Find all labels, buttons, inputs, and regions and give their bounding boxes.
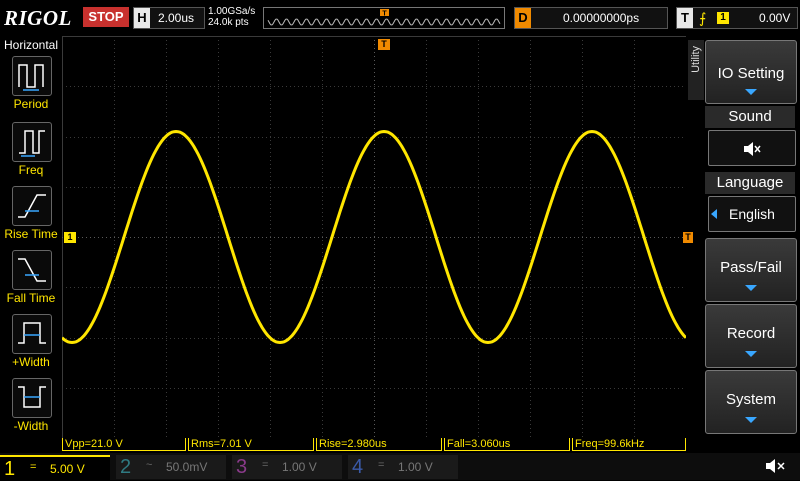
language-header: Language bbox=[705, 172, 795, 194]
trigger-source: 1 bbox=[717, 12, 729, 24]
measure-panel: Horizontal Period Freq Rise Time Fall Ti… bbox=[0, 36, 62, 440]
negative-width-icon bbox=[12, 378, 52, 418]
delay-letter: D bbox=[515, 8, 531, 28]
channel-4[interactable]: 4 = 1.00 V bbox=[348, 455, 458, 479]
channel-3[interactable]: 3 = 1.00 V bbox=[232, 455, 342, 479]
result-rise[interactable]: Rise=2.980us bbox=[316, 438, 442, 451]
ac-coupling-icon: ~ bbox=[146, 459, 153, 471]
measure-positive-width-label: +Width bbox=[12, 355, 50, 369]
memory-overview-wave: T bbox=[267, 9, 501, 26]
dc-coupling-icon: = bbox=[378, 459, 385, 471]
speaker-mute-icon[interactable] bbox=[764, 457, 788, 475]
language-value: English bbox=[729, 206, 775, 222]
trigger-box[interactable]: T ⨍ 1 0.00V bbox=[676, 7, 798, 29]
waveform-display[interactable]: T 1 T bbox=[60, 36, 693, 439]
chevron-left-icon bbox=[711, 209, 717, 219]
chevron-down-icon bbox=[745, 89, 757, 95]
system-button[interactable]: System bbox=[705, 370, 797, 434]
measure-negative-width[interactable]: -Width bbox=[0, 378, 62, 440]
result-freq[interactable]: Freq=99.6kHz bbox=[572, 438, 686, 451]
channel-1-offset-marker[interactable]: 1 bbox=[64, 232, 76, 243]
measure-negative-width-label: -Width bbox=[13, 419, 49, 433]
measure-positive-width[interactable]: +Width bbox=[0, 314, 62, 376]
brand-logo: RIGOL bbox=[4, 6, 72, 30]
sound-toggle[interactable] bbox=[708, 130, 796, 166]
delay-box[interactable]: D 0.00000000ps bbox=[514, 7, 668, 29]
measure-fall-time-label: Fall Time bbox=[6, 291, 56, 305]
dc-coupling-icon: = bbox=[30, 461, 37, 473]
timebase-box[interactable]: H 2.00us bbox=[133, 7, 205, 29]
trigger-level-marker[interactable]: T bbox=[683, 232, 693, 243]
timebase-value: 2.00us bbox=[158, 11, 195, 25]
trigger-level: 0.00V bbox=[759, 11, 791, 25]
channel-bar: 1 = 5.00 V 2 ~ 50.0mV 3 = 1.00 V 4 = 1.0… bbox=[0, 453, 800, 481]
memory-trigger-marker: T bbox=[382, 11, 387, 18]
channel-2[interactable]: 2 ~ 50.0mV bbox=[116, 455, 226, 479]
waveform-grid bbox=[60, 36, 688, 439]
rising-edge-icon: ⨍ bbox=[699, 10, 707, 26]
dc-coupling-icon: = bbox=[262, 459, 269, 471]
chevron-down-icon bbox=[745, 351, 757, 357]
memory-overview: T bbox=[263, 7, 505, 29]
measure-panel-title: Horizontal bbox=[3, 38, 59, 52]
sample-rate: 1.00GSa/s bbox=[208, 6, 256, 17]
timebase-letter: H bbox=[134, 8, 150, 28]
measure-rise-time-label: Rise Time bbox=[4, 227, 58, 241]
positive-width-icon bbox=[12, 314, 52, 354]
run-stop-status[interactable]: STOP bbox=[83, 7, 129, 27]
sound-header: Sound bbox=[705, 106, 795, 128]
measure-period-label: Period bbox=[13, 97, 49, 111]
measure-fall-time[interactable]: Fall Time bbox=[0, 250, 62, 312]
measure-rise-time[interactable]: Rise Time bbox=[0, 186, 62, 248]
delay-value: 0.00000000ps bbox=[563, 11, 640, 25]
pass-fail-button[interactable]: Pass/Fail bbox=[705, 238, 797, 302]
frequency-icon bbox=[12, 122, 52, 162]
record-button[interactable]: Record bbox=[705, 304, 797, 368]
io-setting-button[interactable]: IO Setting bbox=[705, 40, 797, 104]
chevron-down-icon bbox=[745, 285, 757, 291]
rise-time-icon bbox=[12, 186, 52, 226]
result-fall[interactable]: Fall=3.060us bbox=[444, 438, 570, 451]
language-select[interactable]: English bbox=[708, 196, 796, 232]
utility-tab-label: Utility bbox=[690, 46, 702, 73]
measure-period[interactable]: Period bbox=[0, 56, 62, 118]
result-vpp[interactable]: Vpp=21.0 V bbox=[62, 438, 186, 451]
measure-freq[interactable]: Freq bbox=[0, 122, 62, 184]
period-icon bbox=[12, 56, 52, 96]
channel-1[interactable]: 1 = 5.00 V bbox=[0, 455, 110, 481]
sample-info: 1.00GSa/s 24.0k pts bbox=[208, 6, 255, 28]
measurement-results: Vpp=21.0 V Rms=7.01 V Rise=2.980us Fall=… bbox=[62, 438, 686, 452]
chevron-down-icon bbox=[745, 417, 757, 423]
top-status-bar: RIGOL STOP H 2.00us 1.00GSa/s 24.0k pts … bbox=[0, 0, 800, 36]
memory-depth: 24.0k pts bbox=[208, 17, 249, 28]
trigger-letter: T bbox=[677, 8, 693, 28]
fall-time-icon bbox=[12, 250, 52, 290]
trigger-position-marker[interactable]: T bbox=[378, 39, 390, 50]
speaker-mute-icon bbox=[744, 142, 761, 157]
result-rms[interactable]: Rms=7.01 V bbox=[188, 438, 314, 451]
measure-freq-label: Freq bbox=[18, 163, 44, 177]
